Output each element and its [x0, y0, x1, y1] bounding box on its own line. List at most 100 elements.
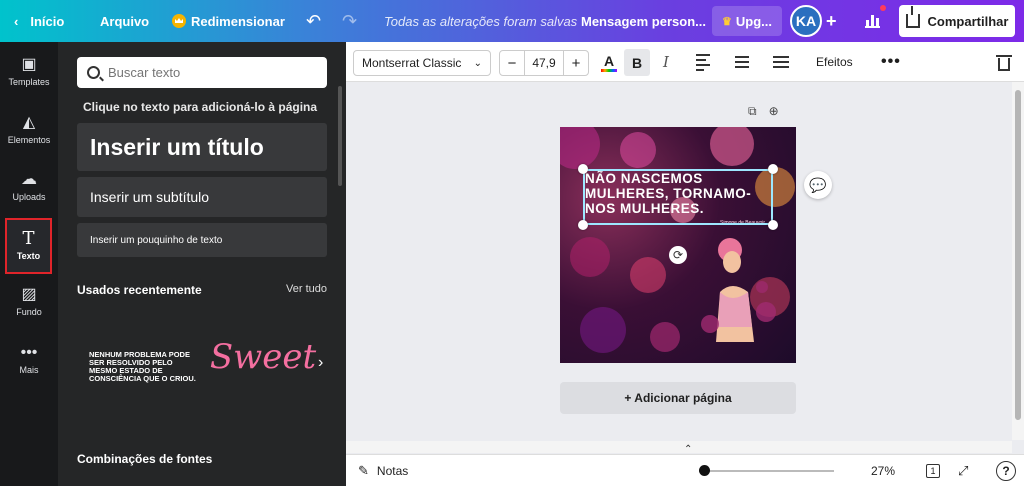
illustration-flower [756, 302, 776, 322]
left-rail: ▣ Templates ◭ Elementos ☁ Uploads T Text… [0, 42, 58, 486]
redo-button[interactable]: ↷ [342, 0, 357, 42]
rail-item-elementos[interactable]: ◭ Elementos [0, 102, 58, 158]
add-page-icon[interactable]: ⊕ [769, 104, 779, 119]
bokeh-light [650, 322, 680, 352]
design-page[interactable]: NÃO NASCEMOS MULHERES, TORNAMO-NOS MULHE… [560, 127, 796, 363]
woman-illustration[interactable] [700, 232, 780, 342]
file-menu-button[interactable]: Arquivo [100, 0, 149, 42]
illustration-flower [756, 281, 768, 293]
plus-icon: + [826, 10, 837, 31]
effects-button[interactable]: Efeitos [816, 42, 853, 82]
insights-button[interactable] [860, 0, 886, 42]
undo-button[interactable]: ↶ [306, 0, 321, 42]
rail-item-label: Texto [16, 251, 41, 261]
rail-item-label: Uploads [12, 192, 46, 202]
resize-label: Redimensionar [191, 13, 285, 29]
crown-icon: ♛ [722, 15, 732, 28]
more-icon: ••• [20, 344, 38, 361]
rail-item-label: Templates [8, 77, 50, 87]
italic-button[interactable]: I [656, 42, 676, 82]
illustration-face [723, 251, 741, 273]
rail-item-uploads[interactable]: ☁ Uploads [0, 159, 58, 215]
font-size-increase[interactable]: + [563, 50, 589, 76]
page-count-button[interactable]: 1 [926, 464, 940, 478]
line-spacing-icon [773, 56, 789, 68]
rail-item-fundo[interactable]: ▨ Fundo [0, 274, 58, 330]
zoom-slider[interactable] [699, 455, 834, 486]
bold-button[interactable]: B [624, 49, 650, 76]
add-heading-button[interactable]: Inserir um título [77, 123, 327, 171]
spacing-button[interactable] [770, 42, 792, 82]
bokeh-light [620, 132, 656, 168]
recent-text-style-2[interactable]: Sweet [208, 327, 318, 387]
rail-item-templates[interactable]: ▣ Templates [0, 44, 58, 100]
trash-icon [996, 54, 1012, 71]
recent-heading: Usados recentemente [77, 283, 202, 297]
fullscreen-button[interactable]: ⤢ [958, 455, 968, 486]
back-home-button[interactable]: ‹ Início [14, 0, 64, 42]
recent-text-style-1[interactable]: NENHUM PROBLEMA PODE SER RESOLVIDO PELO … [77, 312, 197, 422]
add-body-text-button[interactable]: Inserir um pouquinho de texto [77, 223, 327, 257]
canva-editor: ‹ Início Arquivo Redimensionar ↶ ↷ Todas… [0, 0, 1024, 486]
undo-icon: ↶ [306, 10, 322, 31]
comment-button[interactable]: 💬 [804, 171, 832, 199]
search-box[interactable] [77, 57, 327, 88]
font-size-decrease[interactable]: − [499, 50, 525, 76]
quote-author[interactable]: Simone de Beauvoir [720, 220, 765, 226]
resize-button[interactable]: Redimensionar [172, 0, 285, 42]
bokeh-light [570, 237, 610, 277]
zoom-level[interactable]: 27% [871, 455, 895, 486]
upgrade-label: Upg... [735, 13, 772, 29]
resize-handle[interactable] [768, 164, 778, 174]
color-bar [601, 68, 617, 72]
chevron-right-icon[interactable]: › [318, 354, 323, 372]
zoom-track[interactable] [699, 465, 834, 476]
save-status: Todas as alterações foram salvas [384, 13, 578, 29]
upload-icon: ☁ [21, 171, 37, 188]
panel-scrollbar[interactable] [338, 86, 342, 186]
upgrade-button[interactable]: ♛ Upg... [712, 6, 782, 36]
design-name[interactable]: Mensagem person... [581, 0, 706, 42]
chevron-down-icon: ⌄ [473, 57, 482, 69]
search-input[interactable] [108, 65, 308, 80]
text-panel: Clique no texto para adicioná-lo à págin… [58, 42, 346, 486]
avatar[interactable]: KA [790, 5, 822, 37]
rail-item-mais[interactable]: ••• Mais [0, 332, 58, 388]
notes-label: Notas [376, 464, 409, 478]
add-page-button[interactable]: + Adicionar página [560, 382, 796, 414]
notes-button[interactable]: ✎ Notas [358, 455, 408, 486]
duplicate-page-icon[interactable]: ⧉ [748, 104, 757, 119]
bokeh-light [710, 127, 754, 166]
help-button[interactable]: ? [996, 461, 1016, 481]
add-collaborator-button[interactable]: + [826, 0, 837, 42]
bullet-list-icon [735, 56, 749, 68]
share-label: Compartilhar [927, 13, 1009, 29]
font-family-select[interactable]: Montserrat Classic ⌄ [353, 50, 491, 76]
font-family-value: Montserrat Classic [362, 56, 462, 70]
resize-handle[interactable] [578, 164, 588, 174]
align-left-icon [696, 53, 710, 71]
page-tools: ⧉ ⊕ [748, 104, 779, 119]
rail-item-texto[interactable]: T Texto [5, 218, 52, 274]
expand-icon: ⤢ [958, 463, 969, 478]
delete-button[interactable] [996, 42, 1012, 82]
font-combos-heading: Combinações de fontes [77, 452, 213, 466]
add-subheading-button[interactable]: Inserir um subtítulo [77, 177, 327, 217]
crown-icon [172, 14, 186, 28]
more-options-button[interactable]: ••• [881, 42, 901, 82]
text-color-button[interactable]: A [599, 42, 619, 82]
resize-handle[interactable] [768, 220, 778, 230]
vertical-scrollbar[interactable] [1012, 82, 1024, 440]
horizontal-scrollbar[interactable] [346, 441, 1012, 453]
zoom-knob[interactable] [699, 465, 710, 476]
font-size-input[interactable]: 47,9 [525, 50, 563, 76]
see-all-link[interactable]: Ver tudo [286, 283, 327, 295]
align-button[interactable] [693, 42, 713, 82]
share-button[interactable]: Compartilhar [899, 5, 1015, 37]
elements-icon: ◭ [22, 114, 36, 131]
list-button[interactable] [732, 42, 752, 82]
resize-handle[interactable] [578, 220, 588, 230]
rotate-handle[interactable]: ⟳ [669, 246, 687, 264]
quote-text[interactable]: NÃO NASCEMOS MULHERES, TORNAMO-NOS MULHE… [585, 171, 775, 216]
scroll-thumb[interactable] [1015, 90, 1021, 420]
